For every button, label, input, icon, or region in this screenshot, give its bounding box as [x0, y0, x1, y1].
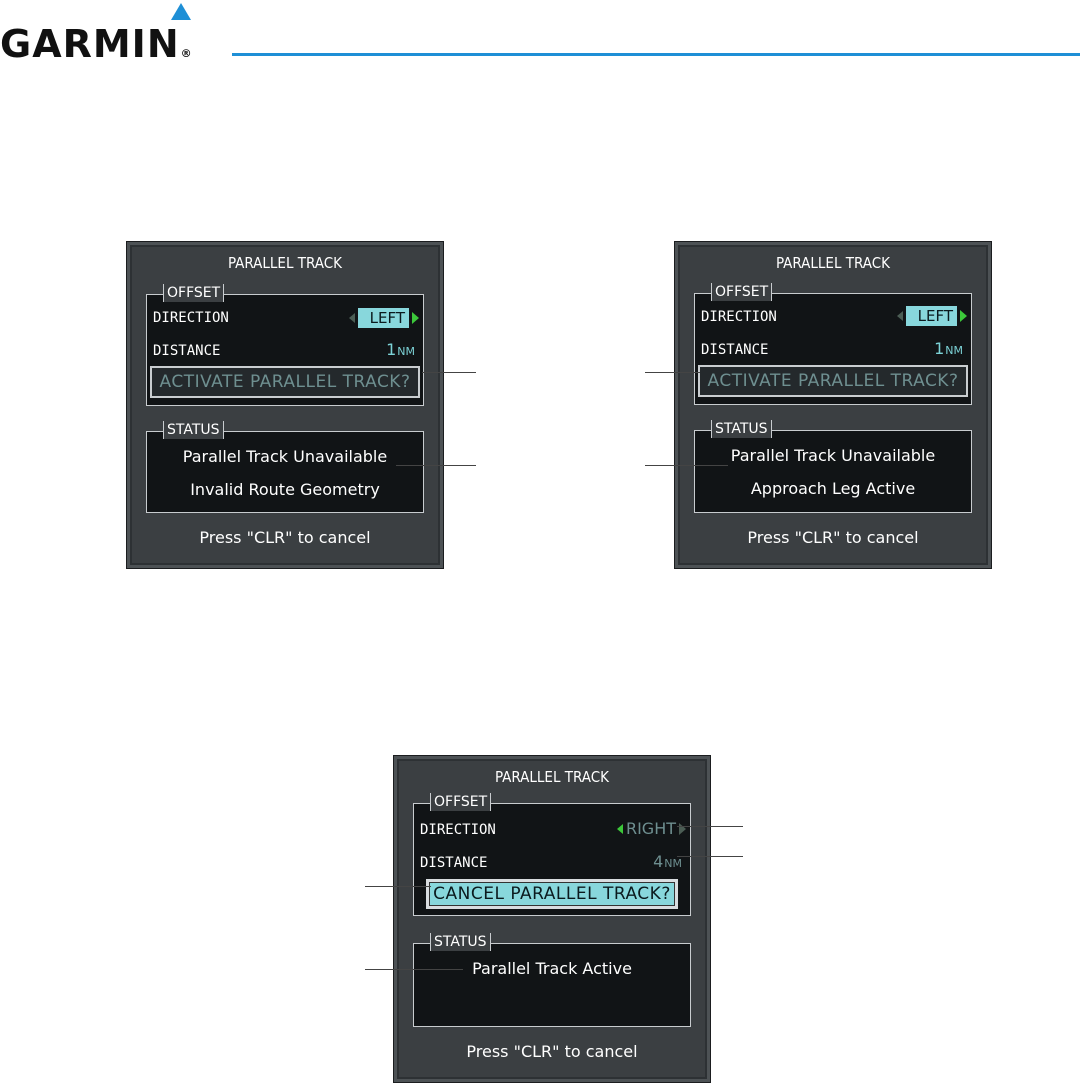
right-arrow-icon — [412, 312, 419, 324]
offset-label: OFFSET — [711, 283, 773, 301]
status-label: STATUS — [711, 420, 772, 438]
window-title: PARALLEL TRACK — [775, 254, 890, 272]
registered-mark: ® — [180, 47, 193, 60]
distance-number: 1 — [386, 340, 397, 359]
right-arrow-icon — [679, 822, 686, 835]
direction-value[interactable]: RIGHT — [626, 819, 676, 838]
brand-text: GARMIN — [0, 22, 180, 66]
left-arrow-icon — [616, 823, 623, 834]
offset-label: OFFSET — [430, 793, 492, 811]
distance-value[interactable]: 4NM — [653, 852, 682, 871]
callout-line — [645, 372, 700, 373]
status-line-2: Approach Leg Active — [750, 479, 916, 498]
activate-parallel-track-button[interactable]: ACTIVATE PARALLEL TRACK? — [150, 366, 420, 398]
clr-cancel-hint: Press "CLR" to cancel — [466, 1042, 638, 1061]
window-title: PARALLEL TRACK — [494, 768, 609, 786]
direction-value[interactable]: LEFT — [905, 306, 957, 326]
window-title: PARALLEL TRACK — [227, 254, 342, 272]
left-arrow-icon — [896, 311, 903, 321]
callout-line — [645, 465, 728, 466]
direction-selector[interactable]: LEFT — [348, 308, 419, 328]
left-arrow-icon — [348, 313, 355, 323]
activate-parallel-track-button[interactable]: ACTIVATE PARALLEL TRACK? — [698, 365, 968, 397]
status-label: STATUS — [430, 933, 491, 951]
status-box: STATUS Parallel Track Unavailable Invali… — [146, 421, 424, 513]
status-line-1: Parallel Track Unavailable — [730, 446, 936, 465]
right-arrow-icon — [960, 310, 967, 322]
distance-unit: NM — [664, 857, 682, 870]
distance-label: DISTANCE — [153, 343, 221, 359]
logo-triangle-icon — [171, 3, 191, 20]
distance-unit: NM — [397, 345, 415, 358]
parallel-track-window-active: PARALLEL TRACK OFFSET DIRECTION RIGHT DI… — [393, 755, 711, 1083]
callout-line — [422, 372, 476, 373]
offset-label: OFFSET — [163, 284, 225, 302]
offset-box: OFFSET DIRECTION LEFT DISTANCE 1NM ACTIV… — [146, 284, 424, 406]
status-label: STATUS — [163, 421, 224, 439]
distance-label: DISTANCE — [420, 855, 488, 871]
callout-line — [365, 969, 463, 970]
distance-value[interactable]: 1NM — [934, 339, 963, 358]
parallel-track-window-unavailable-approach: PARALLEL TRACK OFFSET DIRECTION LEFT DIS… — [674, 241, 992, 569]
callout-line — [677, 856, 743, 857]
offset-box: OFFSET DIRECTION RIGHT DISTANCE 4NM CANC… — [413, 793, 691, 916]
direction-value[interactable]: LEFT — [357, 308, 409, 328]
direction-selector[interactable]: RIGHT — [616, 819, 686, 838]
status-box: STATUS Parallel Track Active — [413, 933, 691, 1027]
status-line-1: Parallel Track Unavailable — [182, 447, 388, 466]
status-box: STATUS Parallel Track Unavailable Approa… — [694, 420, 972, 513]
distance-unit: NM — [945, 344, 963, 357]
distance-number: 4 — [653, 852, 664, 871]
callout-line — [365, 886, 431, 887]
parallel-track-window-unavailable-geometry: PARALLEL TRACK OFFSET DIRECTION LEFT DIS… — [126, 241, 444, 569]
callout-line — [677, 826, 743, 827]
distance-label: DISTANCE — [701, 342, 769, 358]
direction-label: DIRECTION — [153, 310, 229, 326]
brand-wordmark: GARMIN® — [0, 22, 193, 66]
clr-cancel-hint: Press "CLR" to cancel — [199, 528, 371, 547]
status-line-2: Invalid Route Geometry — [190, 480, 380, 499]
direction-selector[interactable]: LEFT — [896, 306, 967, 326]
offset-box: OFFSET DIRECTION LEFT DISTANCE 1NM ACTIV… — [694, 283, 972, 405]
header-rule — [232, 53, 1080, 56]
distance-value[interactable]: 1NM — [386, 340, 415, 359]
direction-label: DIRECTION — [420, 822, 496, 838]
callout-line — [396, 465, 476, 466]
distance-number: 1 — [934, 339, 945, 358]
cancel-parallel-track-button[interactable]: CANCEL PARALLEL TRACK? — [426, 879, 678, 909]
direction-label: DIRECTION — [701, 309, 777, 325]
clr-cancel-hint: Press "CLR" to cancel — [747, 528, 919, 547]
